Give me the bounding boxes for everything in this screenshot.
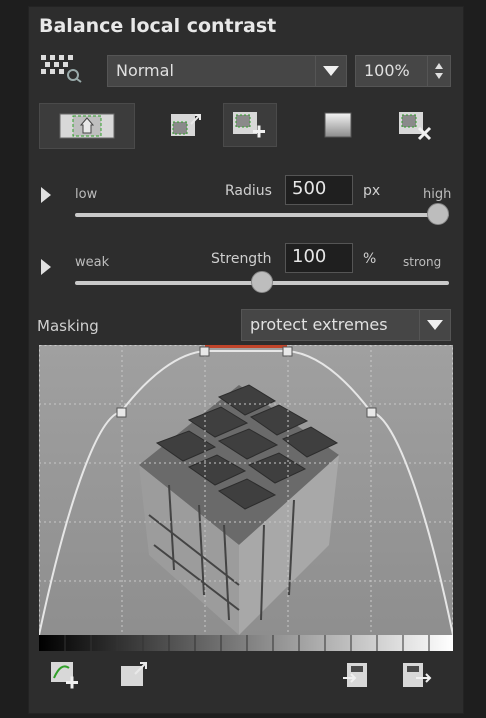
strength-label: Strength <box>211 251 272 267</box>
radius-slider[interactable] <box>75 203 449 227</box>
chevron-down-icon <box>419 310 450 340</box>
opacity-stepper[interactable]: 100% <box>355 55 451 87</box>
radius-low-label: low <box>75 187 98 202</box>
panel-title: Balance local contrast <box>39 15 277 37</box>
gradient-mask-icon <box>324 112 352 138</box>
mask-preview-icon[interactable] <box>39 51 83 83</box>
show-mask-button[interactable] <box>39 103 135 149</box>
mask-curve-editor[interactable] <box>38 344 454 641</box>
curve-point <box>199 346 210 357</box>
masking-label: Masking <box>37 317 99 335</box>
radius-track <box>75 213 449 217</box>
radius-input[interactable]: 500 <box>285 175 353 205</box>
curve-point <box>282 346 293 357</box>
masking-mode-value: protect extremes <box>250 315 388 334</box>
load-curve-icon <box>121 662 147 686</box>
stepper-arrows-icon[interactable] <box>427 56 450 86</box>
expand-radius-icon[interactable] <box>41 187 51 203</box>
add-mask-button[interactable] <box>223 103 277 147</box>
add-mask-icon <box>233 112 265 138</box>
full-image-icon <box>59 113 115 139</box>
load-curve-button[interactable] <box>113 655 157 695</box>
strength-slider[interactable] <box>75 271 449 295</box>
add-point-button[interactable] <box>43 655 87 695</box>
strength-strong-label: strong <box>403 255 442 269</box>
save-curve-icon <box>403 663 432 687</box>
import-curve-icon <box>343 663 367 687</box>
blend-mode-value: Normal <box>116 61 174 80</box>
radius-high-label: high <box>423 187 452 202</box>
curve-point <box>116 407 127 418</box>
curve-point <box>366 407 377 418</box>
delete-mask-icon <box>399 112 432 141</box>
balance-local-contrast-panel: Balance local contrast Normal 100% low R… <box>28 6 464 714</box>
chevron-down-icon <box>315 56 346 86</box>
load-preset-icon <box>171 114 201 136</box>
add-point-icon <box>51 662 78 689</box>
expand-strength-icon[interactable] <box>41 259 51 275</box>
delete-mask-button[interactable] <box>389 103 443 147</box>
opacity-value: 100% <box>364 61 410 80</box>
radius-unit: px <box>363 183 381 199</box>
radius-slider-handle[interactable] <box>427 203 449 225</box>
strength-weak-label: weak <box>75 255 110 270</box>
import-curve-button[interactable] <box>335 655 379 695</box>
strength-unit: % <box>363 251 377 267</box>
blend-mode-select[interactable]: Normal <box>107 55 347 87</box>
masking-mode-select[interactable]: protect extremes <box>241 309 451 341</box>
save-curve-button[interactable] <box>395 655 439 695</box>
strength-input[interactable]: 100 <box>285 243 353 273</box>
tone-gradient-bar <box>39 635 453 651</box>
strength-slider-handle[interactable] <box>251 271 273 293</box>
gradient-mask-button[interactable] <box>311 103 365 147</box>
load-preset-button[interactable] <box>159 103 213 147</box>
radius-label: Radius <box>225 183 272 199</box>
